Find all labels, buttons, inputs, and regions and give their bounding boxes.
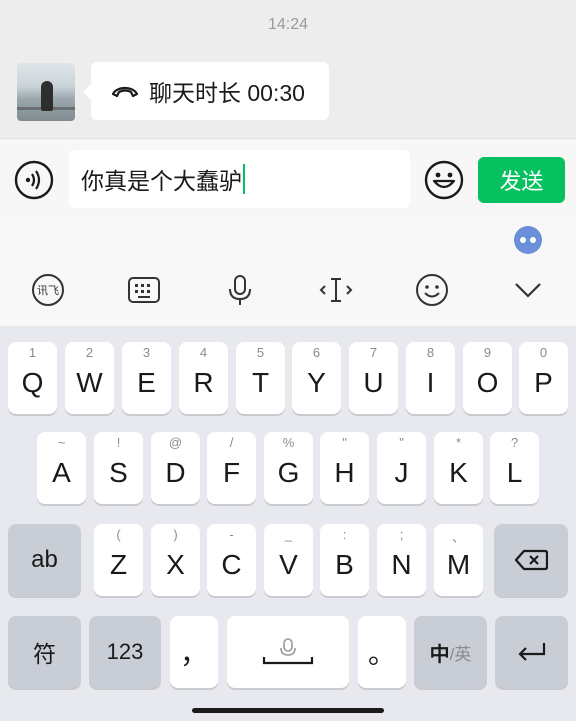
backspace-icon [514,549,548,571]
key-k[interactable]: * K [434,432,483,504]
ab-key[interactable]: ab [8,524,81,596]
collapse-keyboard-icon[interactable] [510,272,546,308]
xunfei-text: 讯飞 [37,284,59,297]
key-o[interactable]: 9O [463,342,512,414]
space-mic-icon [262,638,314,665]
key-x[interactable]: ) X [151,524,200,596]
key-q[interactable]: 1Q [8,342,57,414]
lang-alt: /英 [449,644,472,664]
key-p[interactable]: 0P [519,342,568,414]
key-f[interactable]: / F [207,432,256,504]
key-h[interactable]: " H [320,432,369,504]
key-s[interactable]: ! S [94,432,143,504]
keyboard-icon[interactable] [126,272,162,308]
message-input-text: 你真是个大蠢驴 [81,168,242,194]
mic-icon[interactable] [222,272,258,308]
key-e[interactable]: 3E [122,342,171,414]
backspace-key[interactable] [494,524,568,596]
key-m[interactable]: 、 M [434,524,483,596]
key-a[interactable]: ~ A [37,432,86,504]
avatar-figure [41,81,53,111]
key-z[interactable]: (Z [94,524,143,596]
message-input[interactable]: 你真是个大蠢驴 [69,150,410,208]
symbol-key[interactable]: 符 [8,616,81,688]
cursor-move-icon[interactable] [318,272,354,308]
send-button[interactable]: 发送 [478,157,565,203]
key-n[interactable]: ; N [377,524,426,596]
number-key[interactable]: 123 [89,616,161,688]
key-w[interactable]: 2W [65,342,114,414]
call-duration-text: 聊天时长 00:30 [149,80,305,106]
message-timestamp: 14:24 [267,16,309,33]
enter-key[interactable] [495,616,568,688]
input-bar: 你真是个大蠢驴 发送 [0,138,576,220]
key-y[interactable]: 6Y [292,342,341,414]
key-j[interactable]: " J [377,432,426,504]
keyboard: 1Q 2W 3E 4R 5T 6Y 7U 8I 9O 0P ~ A ! S @ D /… [0,326,576,721]
key-i[interactable]: 8I [406,342,455,414]
chat-area: 14:24 聊天时长 00:30 [0,0,576,138]
key-l[interactable]: ? L [490,432,539,504]
enter-icon [517,643,545,661]
key-c[interactable]: -C [207,524,256,596]
key-v[interactable]: _ V [264,524,313,596]
keyboard-toolbar: 讯飞 [0,220,576,326]
period-key[interactable]: 。 [358,616,406,688]
floating-assistant-icon[interactable] [514,226,542,254]
lang-main: 中 [429,643,450,666]
key-u[interactable]: 7U [349,342,398,414]
call-duration-bubble[interactable]: 聊天时长 00:30 [83,62,329,120]
key-d[interactable]: @ D [151,432,200,504]
key-r[interactable]: 4R [179,342,228,414]
key-b[interactable]: :B [320,524,369,596]
language-switch-key[interactable]: 中/英 [414,616,487,688]
emoji-icon[interactable] [414,272,450,308]
emoji-icon[interactable] [424,160,464,200]
xunfei-icon[interactable]: 讯飞 [30,272,66,308]
home-indicator[interactable] [192,708,384,713]
space-key[interactable] [227,616,349,688]
key-g[interactable]: % G [264,432,313,504]
avatar[interactable] [17,63,75,121]
text-caret [243,164,245,194]
key-t[interactable]: 5T [236,342,285,414]
comma-key[interactable]: ， [170,616,218,688]
voice-input-icon[interactable] [14,160,54,200]
phone-hangup-icon [111,86,139,98]
